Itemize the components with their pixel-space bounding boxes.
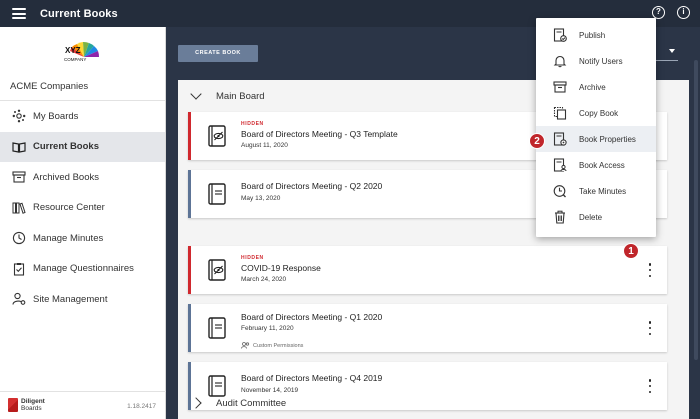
menu-item-take-minutes[interactable]: Take Minutes (536, 178, 656, 204)
sidebar-item-label: My Boards (33, 110, 79, 122)
custom-permissions: Custom Permissions (241, 342, 303, 349)
hidden-badge: HIDDEN (241, 121, 264, 127)
publish-icon (553, 28, 567, 42)
menu-item-book-access[interactable]: Book Access (536, 152, 656, 178)
company-logo: XYZ COMPANY (64, 41, 100, 62)
archive-icon (12, 170, 26, 184)
menu-item-archive[interactable]: Archive (536, 74, 656, 100)
book-title: Board of Directors Meeting - Q2 2020 (241, 181, 383, 191)
hidden-book-icon (208, 125, 226, 147)
sidebar-item-label: Manage Questionnaires (33, 263, 134, 275)
trash-icon (553, 210, 567, 224)
version-label: 1.18.2417 (127, 403, 156, 410)
book-actions-menu: Publish Notify Users Archive Copy Book B… (536, 18, 656, 237)
scrollbar-thumb[interactable] (694, 60, 698, 360)
company-name: ACME Companies (10, 81, 89, 92)
svg-text:COMPANY: COMPANY (64, 57, 86, 62)
step-badge-1: 1 (623, 243, 639, 259)
sidebar-item-manage-questionnaires[interactable]: Manage Questionnaires (0, 254, 165, 285)
library-icon (12, 201, 26, 215)
sidebar-item-my-boards[interactable]: My Boards (0, 101, 165, 132)
book-title: COVID-19 Response (241, 263, 321, 273)
group-label: Main Board (216, 90, 265, 102)
book-card[interactable]: Board of Directors Meeting - Q1 2020 Feb… (188, 304, 667, 352)
book-date: August 11, 2020 (241, 142, 288, 149)
clock-icon (12, 231, 26, 245)
sidebar-item-archived-books[interactable]: Archived Books (0, 162, 165, 193)
book-icon (208, 183, 226, 205)
sidebar-item-resource-center[interactable]: Resource Center (0, 193, 165, 224)
sidebar: XYZ COMPANY ACME Companies My Boards Cur… (0, 27, 166, 419)
diligent-logo: Diligent Boards (8, 398, 45, 412)
menu-item-publish[interactable]: Publish (536, 22, 656, 48)
clipboard-check-icon (12, 262, 26, 276)
book-date: February 11, 2020 (241, 325, 294, 332)
sidebar-item-label: Resource Center (33, 202, 105, 214)
book-date: May 13, 2020 (241, 195, 281, 202)
menu-item-delete[interactable]: Delete (536, 204, 656, 230)
svg-text:XYZ: XYZ (65, 46, 81, 55)
sidebar-item-manage-minutes[interactable]: Manage Minutes (0, 223, 165, 254)
sidebar-item-label: Current Books (33, 141, 99, 153)
sidebar-footer: Diligent Boards 1.18.2417 (0, 391, 166, 419)
more-options-icon[interactable] (647, 263, 653, 277)
hidden-book-icon (208, 259, 226, 281)
users-icon (241, 342, 250, 349)
book-icon (208, 317, 226, 339)
step-badge-2: 2 (529, 133, 545, 149)
group-audit-committee[interactable]: Audit Committee (178, 387, 689, 419)
chevron-right-icon (190, 397, 202, 409)
hidden-badge: HIDDEN (241, 255, 264, 261)
user-gear-icon (12, 292, 26, 306)
book-date: March 24, 2020 (241, 276, 287, 283)
book-title: Board of Directors Meeting - Q4 2019 (241, 373, 383, 383)
hub-icon (12, 109, 26, 123)
archive-icon (553, 80, 567, 94)
page-title: Current Books (40, 7, 118, 20)
info-icon[interactable]: i (677, 6, 690, 19)
copy-icon (553, 106, 567, 120)
sidebar-item-site-management[interactable]: Site Management (0, 284, 165, 315)
chevron-down-icon (190, 88, 202, 100)
book-title: Board of Directors Meeting - Q3 Template (241, 129, 398, 139)
group-label: Audit Committee (216, 397, 287, 409)
book-card[interactable]: HIDDEN COVID-19 Response March 24, 2020 (188, 246, 667, 294)
minutes-clock-icon (553, 184, 567, 198)
menu-item-notify-users[interactable]: Notify Users (536, 48, 656, 74)
create-book-button[interactable]: CREATE BOOK (178, 45, 258, 62)
bell-icon (553, 54, 567, 68)
hamburger-menu-icon[interactable] (12, 8, 26, 19)
book-settings-icon (553, 132, 567, 146)
chevron-down-icon[interactable] (669, 49, 675, 53)
menu-item-book-properties[interactable]: Book Properties (536, 126, 656, 152)
sidebar-item-label: Site Management (33, 293, 108, 305)
company-logo-area: XYZ COMPANY ACME Companies (0, 27, 165, 101)
book-open-icon (12, 140, 26, 154)
sidebar-item-current-books[interactable]: Current Books (0, 131, 165, 162)
more-options-icon[interactable] (647, 321, 653, 335)
book-user-icon (553, 158, 567, 172)
sidebar-item-label: Manage Minutes (33, 232, 104, 244)
book-title: Board of Directors Meeting - Q1 2020 (241, 312, 383, 322)
sidebar-item-label: Archived Books (33, 171, 100, 183)
menu-item-copy-book[interactable]: Copy Book (536, 100, 656, 126)
